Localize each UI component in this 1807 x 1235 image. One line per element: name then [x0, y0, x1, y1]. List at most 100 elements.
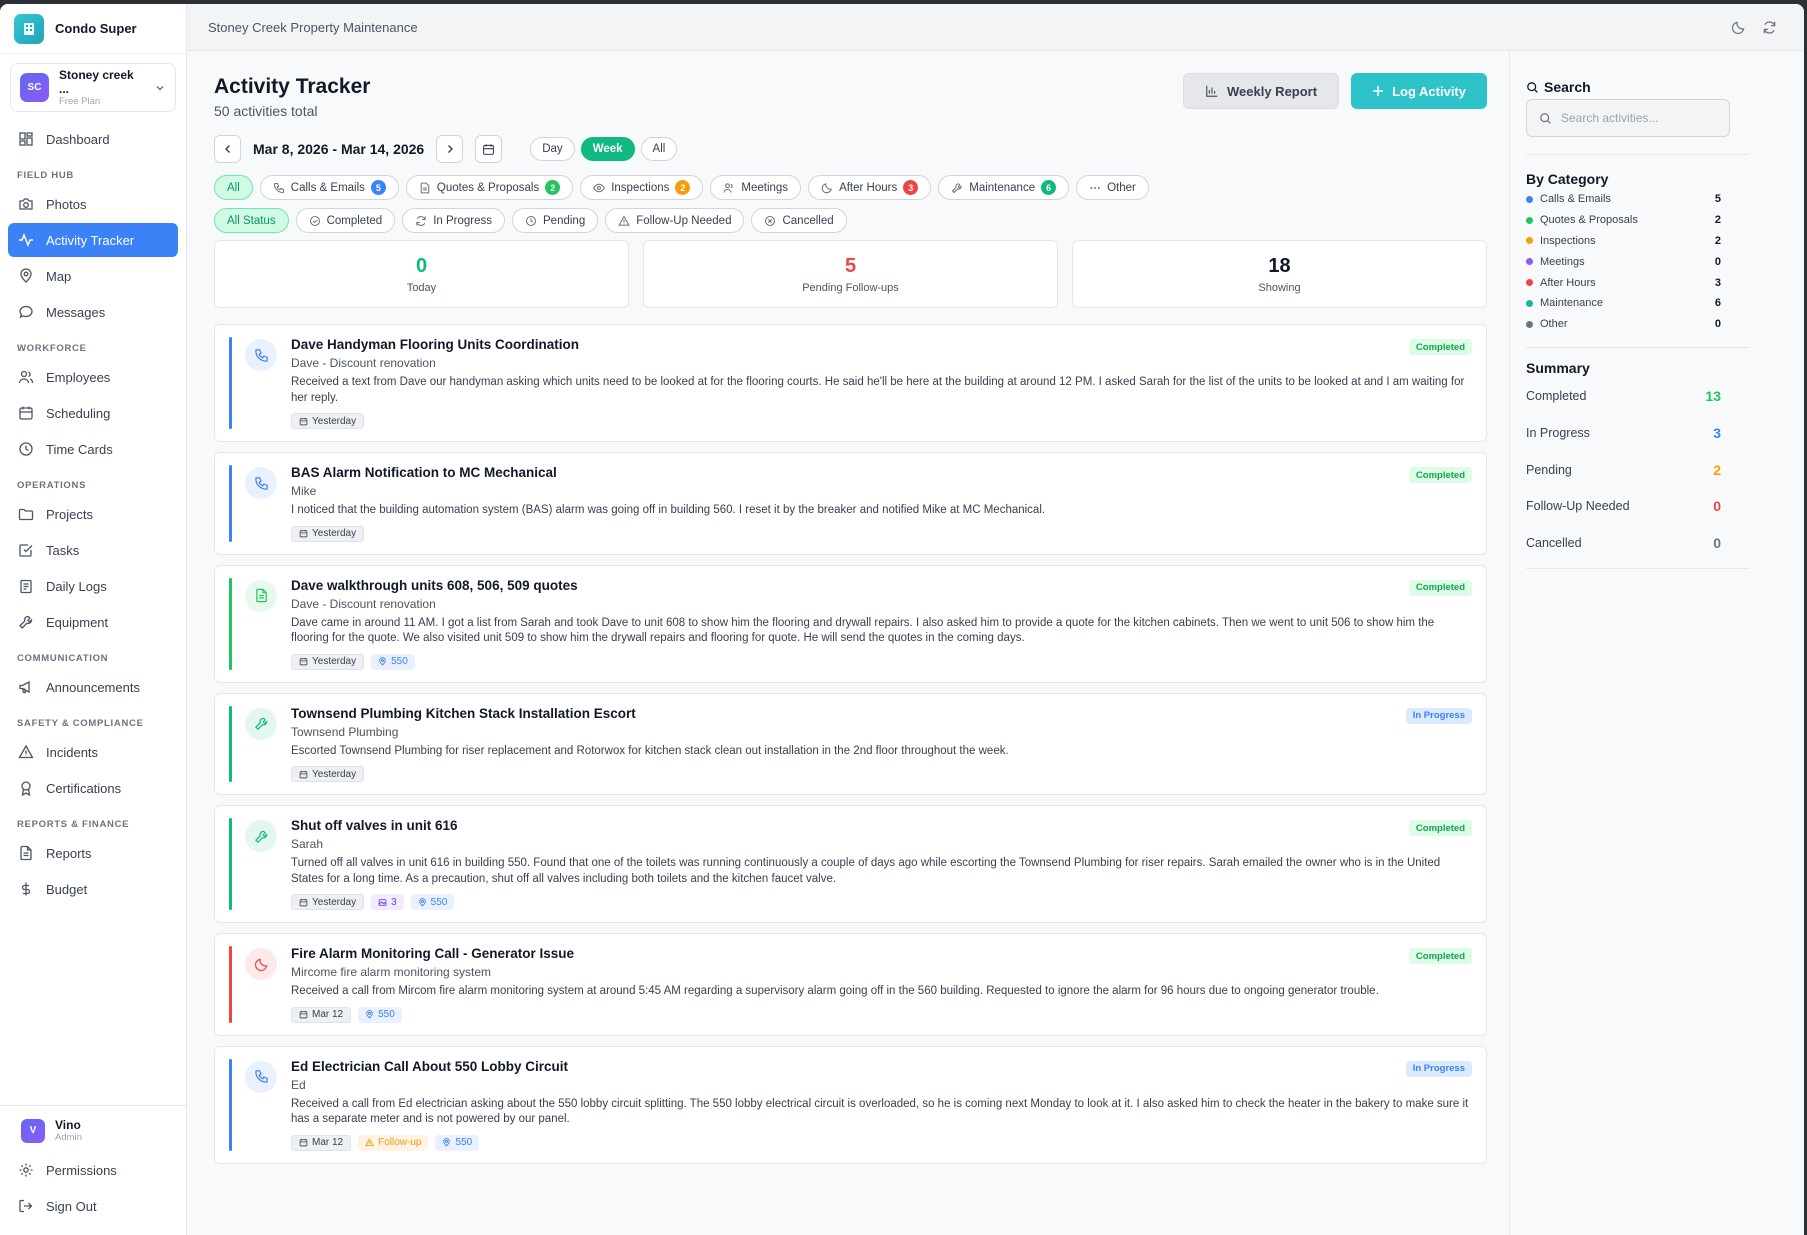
- user-profile[interactable]: V Vino Admin: [8, 1118, 178, 1153]
- chevron-right-icon: [444, 143, 456, 155]
- image-icon: [378, 898, 387, 907]
- sidebar-item-time-cards[interactable]: Time Cards: [8, 432, 178, 466]
- location-tag: 550: [435, 1134, 480, 1151]
- status-badge: Completed: [1408, 579, 1472, 596]
- activity-card[interactable]: Completed Fire Alarm Monitoring Call - Ge…: [214, 933, 1487, 1036]
- activity-card[interactable]: Completed BAS Alarm Notification to MC Me…: [214, 452, 1487, 555]
- user-role: Admin: [55, 1132, 82, 1143]
- category-chip-quotes[interactable]: Quotes & Proposals 2: [405, 175, 574, 200]
- category-chip-meetings[interactable]: Meetings: [710, 175, 802, 200]
- activity-title: Shut off valves in unit 616: [291, 818, 458, 833]
- moon-icon[interactable]: [1731, 20, 1746, 35]
- sidebar-item-tasks[interactable]: Tasks: [8, 533, 178, 567]
- sign-out-button[interactable]: Sign Out: [8, 1189, 178, 1223]
- chip-count: 5: [370, 180, 386, 195]
- sidebar-item-dashboard[interactable]: Dashboard: [8, 122, 178, 156]
- activity-contact: Townsend Plumbing: [291, 724, 399, 739]
- date-label: Yesterday: [312, 896, 357, 908]
- category-count: 5: [1714, 193, 1721, 206]
- sidebar-item-activity-tracker[interactable]: Activity Tracker: [8, 223, 178, 257]
- activity-title: Dave Handyman Flooring Units Coordinatio…: [291, 337, 580, 352]
- chip-count: 2: [545, 180, 561, 195]
- category-label: Other: [1540, 318, 1568, 331]
- map-pin-icon: [378, 657, 387, 666]
- view-week[interactable]: Week: [580, 137, 635, 161]
- sidebar-item-label: Messages: [46, 304, 106, 320]
- chip-count: 2: [675, 180, 691, 195]
- sidebar-item-permissions[interactable]: Permissions: [8, 1153, 178, 1187]
- date-navigator: Mar 8, 2026 - Mar 14, 2026 Day Week All: [214, 133, 1487, 165]
- prev-week-button[interactable]: [214, 135, 241, 163]
- sidebar-item-reports[interactable]: Reports: [8, 836, 178, 870]
- sidebar-item-incidents[interactable]: Incidents: [8, 735, 178, 769]
- refresh-icon[interactable]: [1762, 20, 1777, 35]
- activity-contact: Mircome fire alarm monitoring system: [291, 965, 492, 979]
- calendar-picker-button[interactable]: [475, 135, 503, 163]
- sidebar-footer: V Vino Admin Permissions Sign Out: [0, 1105, 186, 1235]
- sidebar-item-daily-logs[interactable]: Daily Logs: [8, 569, 178, 603]
- sidebar-item-photos[interactable]: Photos: [8, 187, 178, 221]
- sidebar-item-label: Scheduling: [46, 405, 111, 421]
- status-chip-follow-up[interactable]: Follow-Up Needed: [605, 208, 745, 233]
- nav-section-safety: SAFETY & COMPLIANCE: [17, 718, 144, 729]
- phone-icon: [245, 467, 277, 499]
- sidebar-item-messages[interactable]: Messages: [8, 295, 178, 329]
- location-label: 550: [378, 1009, 395, 1020]
- topbar-title: Stoney Creek Property Maintenance: [208, 19, 418, 35]
- category-label: Meetings: [1540, 255, 1585, 268]
- category-chip-maintenance[interactable]: Maintenance 6: [938, 175, 1070, 200]
- sidebar-item-label: Sign Out: [46, 1198, 97, 1214]
- search-field[interactable]: [1526, 99, 1730, 137]
- summary-row: Completed 13: [1526, 378, 1733, 415]
- activity-card[interactable]: In Progress Ed Electrician Call About 550…: [214, 1045, 1487, 1164]
- sidebar-item-map[interactable]: Map: [8, 259, 178, 293]
- category-chip-after-hours[interactable]: After Hours 3: [808, 175, 932, 200]
- category-chip-other[interactable]: Other: [1076, 175, 1149, 200]
- follow-up-tag: Follow-up: [358, 1134, 429, 1151]
- date-range: Mar 8, 2026 - Mar 14, 2026: [253, 141, 425, 157]
- category-chip-inspections[interactable]: Inspections 2: [580, 175, 704, 200]
- chevron-down-icon: [154, 82, 166, 94]
- status-chip-in-progress[interactable]: In Progress: [402, 208, 506, 233]
- sidebar-item-budget[interactable]: Budget: [8, 872, 178, 906]
- file-text-icon: [18, 845, 34, 861]
- sidebar-item-equipment[interactable]: Equipment: [8, 605, 178, 639]
- activity-card[interactable]: In Progress Townsend Plumbing Kitchen Sta…: [214, 692, 1487, 795]
- status-chip-cancelled[interactable]: Cancelled: [751, 208, 847, 233]
- nav-section-reports-finance: REPORTS & FINANCE: [17, 819, 130, 830]
- status-chip-completed[interactable]: Completed: [295, 208, 396, 233]
- avatar: V: [21, 1118, 45, 1143]
- activity-card[interactable]: Completed Dave walkthrough units 608, 506…: [214, 564, 1487, 683]
- activity-description: Received a call from Ed electrician aski…: [291, 1097, 1469, 1126]
- weekly-report-button[interactable]: Weekly Report: [1183, 73, 1340, 109]
- log-activity-button[interactable]: Log Activity: [1351, 73, 1487, 109]
- summary-row: In Progress 3: [1526, 414, 1733, 451]
- category-chip-calls-emails[interactable]: Calls & Emails 5: [259, 175, 399, 200]
- date-tag: Yesterday: [291, 766, 365, 782]
- view-all[interactable]: All: [640, 137, 678, 161]
- sidebar-item-scheduling[interactable]: Scheduling: [8, 396, 178, 430]
- users-icon: [18, 369, 34, 385]
- sidebar-item-projects[interactable]: Projects: [8, 497, 178, 531]
- location-tag: 550: [410, 894, 455, 910]
- status-chip-pending[interactable]: Pending: [512, 208, 599, 233]
- org-switcher[interactable]: SC Stoney creek ... Free Plan: [10, 63, 176, 112]
- search-input[interactable]: [1561, 111, 1711, 125]
- brand[interactable]: Condo Super: [0, 4, 186, 54]
- sidebar-item-announcements[interactable]: Announcements: [8, 670, 178, 704]
- next-week-button[interactable]: [436, 135, 464, 163]
- activity-card[interactable]: Completed Shut off valves in unit 616 Sara…: [214, 805, 1487, 923]
- by-category-title: By Category: [1526, 171, 1609, 187]
- category-dot: [1526, 320, 1533, 328]
- chip-label: All: [227, 181, 240, 194]
- activity-icon: [18, 232, 34, 248]
- nav-section-communication: COMMUNICATION: [17, 653, 109, 664]
- status-chip-all[interactable]: All Status: [214, 208, 289, 233]
- category-chip-all[interactable]: All: [214, 175, 253, 200]
- nav-section-workforce: WORKFORCE: [17, 343, 87, 354]
- view-day[interactable]: Day: [530, 137, 575, 161]
- sidebar-item-employees[interactable]: Employees: [8, 360, 178, 394]
- warning-icon: [618, 214, 631, 227]
- sidebar-item-certifications[interactable]: Certifications: [8, 771, 178, 805]
- activity-card[interactable]: Completed Dave Handyman Flooring Units Co…: [214, 324, 1487, 442]
